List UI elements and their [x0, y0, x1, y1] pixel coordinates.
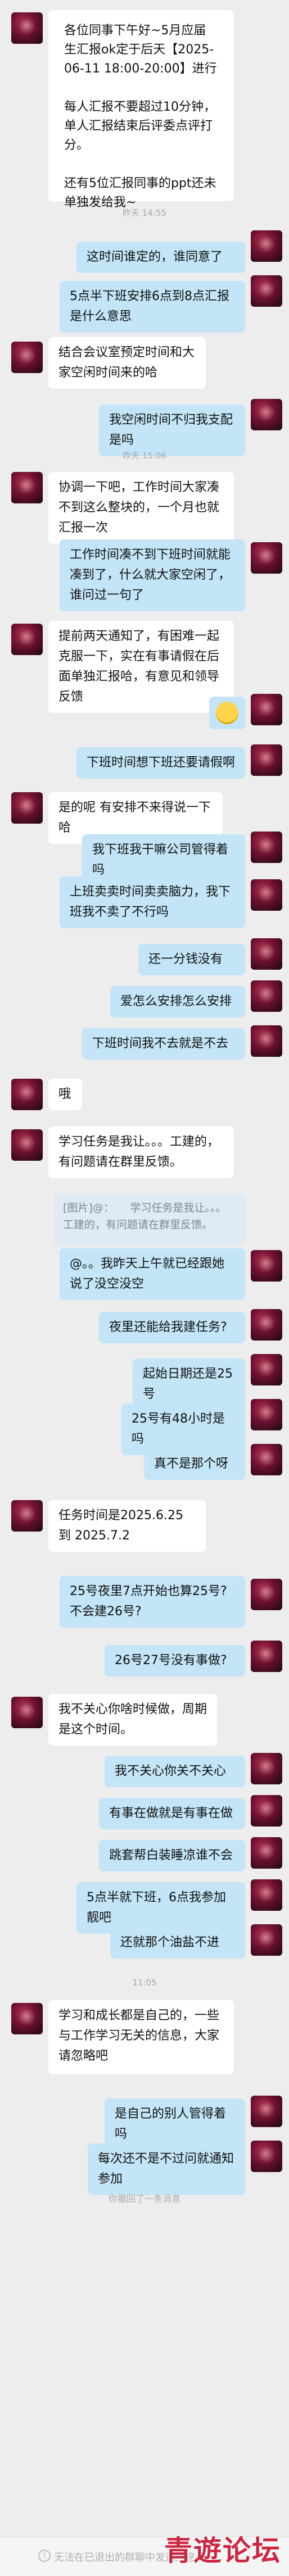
message-bubble-outgoing: 每次还不是不过问就通知参加 [88, 2143, 245, 2195]
message-bubble-outgoing: 5点半下班安排6点到8点汇报是什么意思 [60, 281, 245, 333]
avatar[interactable] [251, 1753, 282, 1784]
message-bubble-outgoing: 是自己的别人管得着吗 [105, 2098, 245, 2150]
avatar[interactable] [11, 1129, 43, 1161]
timestamp: 昨天 15:06 [123, 451, 166, 461]
quoted-message[interactable]: [图片]@： 学习任务是我让。。。工建的，有问题请在群里反馈。 [54, 1194, 245, 1246]
message-bubble-outgoing: 25号夜里7点开始也算25号? 不会建26号? [60, 1576, 245, 1628]
avatar[interactable] [251, 694, 282, 725]
message-bubble-incoming: 学习任务是我让。。。工建的，有问题请在群里反馈。 [48, 1126, 234, 1178]
avatar[interactable] [251, 275, 282, 307]
message-bubble-outgoing: 跳套帮白装睡凉谁不会 [99, 1840, 245, 1871]
message-bubble-outgoing: 下班时间想下班还要请假啊 [76, 747, 245, 779]
message-bubble-outgoing: 上班卖卖时间卖卖脑力，我下班我不卖了不行吗 [60, 876, 245, 928]
message-bubble-outgoing: @。。我昨天上午就已经跟她说了没空没空 [60, 1248, 245, 1300]
message-bubble-outgoing: 工作时间凑不到下班时间就能凑到了，什么就大家空闲了，谁问过一句了 [60, 539, 245, 611]
avatar[interactable] [11, 1697, 43, 1728]
avatar[interactable] [11, 624, 43, 655]
avatar[interactable] [251, 1250, 282, 1282]
avatar[interactable] [251, 879, 282, 911]
timestamp: 11:05 [132, 1978, 157, 1988]
message-bubble-outgoing: 我不关心你关不关心 [105, 1756, 245, 1787]
site-watermark: 青遊论坛 [164, 2534, 281, 2567]
message-bubble-outgoing: 这时间谁定的，谁同意了 [76, 242, 245, 273]
avatar[interactable] [11, 342, 43, 373]
avatar[interactable] [251, 1795, 282, 1827]
avatar[interactable] [251, 1579, 282, 1610]
recall-notice: 你撤回了一条消息 [108, 2193, 180, 2204]
avatar[interactable] [251, 542, 282, 574]
avatar[interactable] [11, 12, 43, 44]
message-bubble-incoming: 提前两天通知了，有困难一起克服一下，实在有事请假在后面单独汇报哈，有意见和领导反… [48, 621, 234, 713]
avatar[interactable] [251, 1879, 282, 1911]
avatar[interactable] [251, 832, 282, 863]
avatar[interactable] [11, 472, 43, 503]
avatar[interactable] [251, 230, 282, 262]
message-bubble-incoming: 结合会议室预定时间和大家空闲时间来的哈 [48, 337, 206, 389]
avatar[interactable] [251, 1641, 282, 1672]
avatar[interactable] [251, 2141, 282, 2172]
avatar[interactable] [251, 1025, 282, 1057]
avatar[interactable] [11, 1079, 43, 1110]
avatar[interactable] [251, 2096, 282, 2127]
avatar[interactable] [251, 399, 282, 430]
message-bubble-incoming: 学习和成长都是自己的，一些与工作学习无关的信息，大家请忽略吧 [48, 2000, 234, 2074]
laughing-emoji-icon [216, 702, 238, 724]
message-bubble-outgoing: 真不是那个呀 [144, 1448, 245, 1480]
message-bubble-outgoing: 有事在做就是有事在做 [99, 1798, 245, 1829]
chat-log: 各位同事下午好~5月应届生汇报ok定于后天【2025-06-11 18:00-2… [0, 0, 289, 2576]
message-bubble-incoming: 协调一下吧，工作时间大家凑不到这么整块的，一个月也就汇报一次 [48, 472, 234, 544]
message-bubble-incoming: 各位同事下午好~5月应届生汇报ok定于后天【2025-06-11 18:00-2… [48, 10, 234, 210]
avatar[interactable] [11, 1500, 43, 1532]
message-bubble-outgoing: 起始日期还是25号 [133, 1359, 245, 1410]
message-bubble-outgoing: 5点半就下班，6点我参加靓吧 [76, 1882, 245, 1934]
avatar[interactable] [251, 744, 282, 776]
message-bubble-incoming: 我不关心你啥时候做，周期是这个时间。 [48, 1694, 217, 1746]
message-bubble-outgoing: 25号有48小时是吗 [121, 1403, 245, 1455]
message-bubble-outgoing: 我空闲时间不归我支配是吗 [99, 405, 245, 456]
message-bubble-outgoing: 下班时间我不去就是不去 [82, 1028, 245, 1060]
message-bubble-outgoing: 爱怎么安排怎么安排 [110, 986, 245, 1017]
avatar[interactable] [11, 2003, 43, 2034]
message-bubble-outgoing: 还一分钱没有 [138, 944, 245, 975]
avatar[interactable] [251, 1837, 282, 1869]
avatar[interactable] [251, 1354, 282, 1385]
message-bubble-incoming: 哦 [48, 1079, 82, 1110]
avatar[interactable] [11, 792, 43, 824]
message-bubble-outgoing: 26号27号没有事做? [105, 1645, 245, 1677]
avatar[interactable] [251, 1444, 282, 1475]
avatar[interactable] [251, 980, 282, 1012]
message-bubble-incoming: 任务时间是2025.6.25 到 2025.7.2 [48, 1500, 206, 1552]
avatar[interactable] [251, 938, 282, 970]
avatar[interactable] [251, 1309, 282, 1341]
timestamp: 昨天 14:55 [123, 208, 166, 218]
avatar[interactable] [251, 1924, 282, 1956]
avatar[interactable] [251, 1399, 282, 1430]
message-bubble-outgoing: 还就那个油盐不进 [110, 1927, 245, 1959]
emoji-message [209, 697, 245, 729]
message-bubble-outgoing: 夜里还能给我建任务? [99, 1312, 245, 1343]
info-icon: ! [38, 2550, 51, 2562]
